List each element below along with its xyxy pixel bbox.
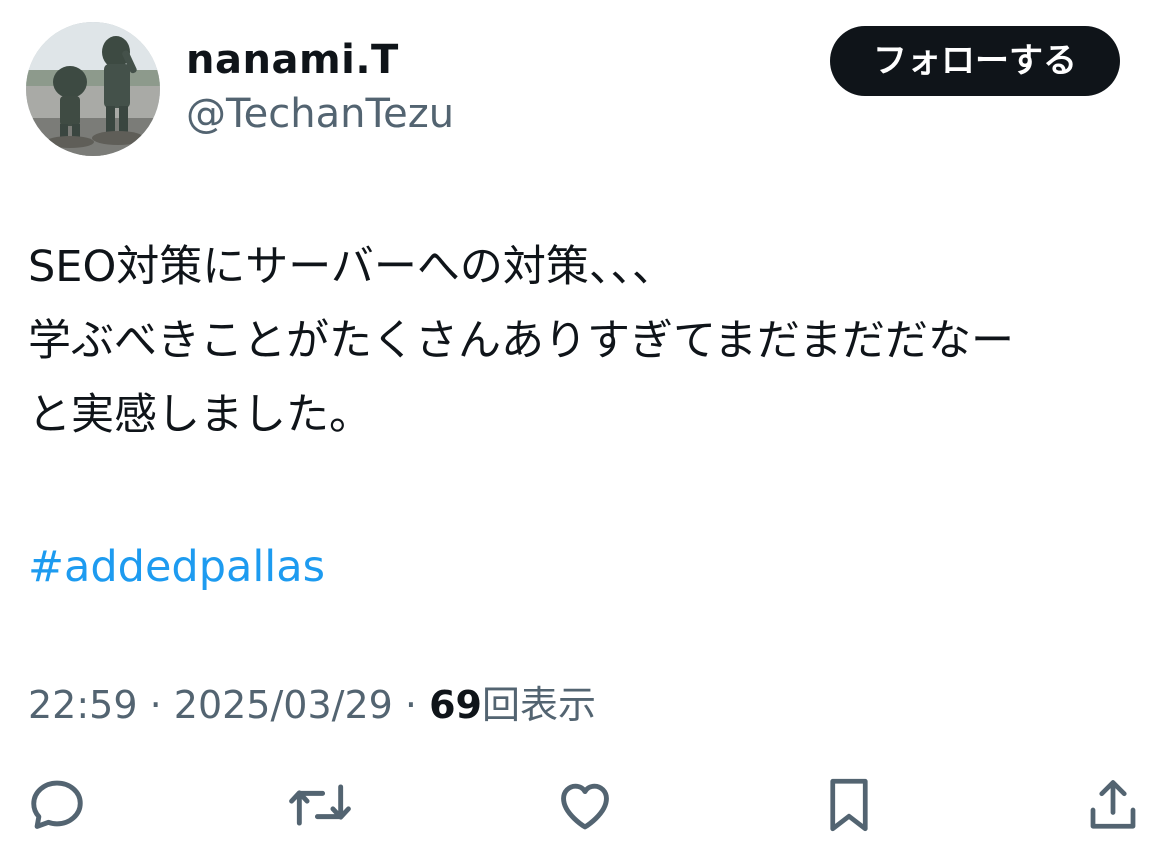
avatar[interactable] [26,22,160,156]
user-handle[interactable]: @TechanTezu [186,90,454,138]
meta-separator: · [149,683,174,727]
views-label: 回表示 [481,683,596,727]
bookmark-icon [830,778,868,832]
views-count: 69 [429,683,482,727]
follow-button[interactable]: フォローする [830,26,1120,96]
tweet-time[interactable]: 22:59 [28,683,138,727]
share-icon [1090,780,1136,829]
tweet-text-line: 学ぶべきことがたくさんありすぎてまだまだだなー [28,316,1014,366]
tweet-text: SEO対策にサーバーへの対策、、、 学ぶべきことがたくさんありすぎてまだまだだな… [28,230,1138,452]
retweet-icon [289,784,351,826]
like-icon [561,783,609,830]
reply-icon [31,780,83,829]
bookmark-button[interactable] [814,770,884,840]
avatar-photo-icon [26,22,160,156]
tweet-card: nanami.T @TechanTezu フォローする SEO対策にサーバーへの… [0,0,1170,866]
tweet-header: nanami.T @TechanTezu フォローする [26,22,1120,156]
like-button[interactable] [550,770,620,840]
action-bar [0,770,1170,840]
user-names: nanami.T @TechanTezu [186,36,454,138]
reply-button[interactable] [22,770,92,840]
hashtag-link[interactable]: #addedpallas [28,530,325,604]
tweet-date[interactable]: 2025/03/29 [174,683,393,727]
display-name[interactable]: nanami.T [186,36,454,84]
tweet-text-line: と実感しました。 [28,390,372,440]
tweet-text-line: SEO対策にサーバーへの対策、、、 [28,242,675,292]
tweet-meta: 22:59 · 2025/03/29 · 69回表示 [28,680,596,730]
meta-separator: · [404,683,430,727]
share-button[interactable] [1078,770,1148,840]
retweet-button[interactable] [285,770,355,840]
